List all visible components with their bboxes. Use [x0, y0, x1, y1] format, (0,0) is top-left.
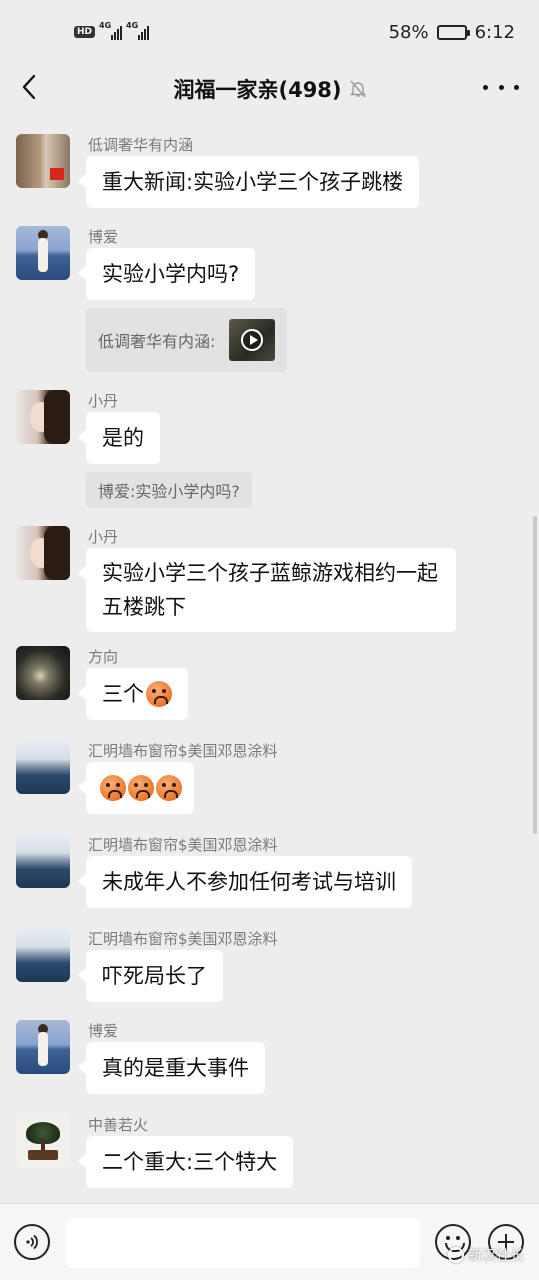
battery-icon — [436, 25, 470, 40]
video-thumbnail[interactable] — [229, 319, 276, 361]
message-bubble[interactable]: 未成年人不参加任何考试与培训 — [78, 856, 412, 908]
quoted-message[interactable]: 博爱:实验小学内吗? — [86, 472, 252, 508]
message-bubble[interactable]: 三个 — [78, 668, 188, 720]
sad-face-emoji — [156, 775, 182, 801]
signal-icon: 4G — [99, 21, 123, 40]
chat-title-wrap: 润福一家亲(498) — [0, 74, 539, 104]
avatar[interactable] — [16, 226, 70, 280]
avatar[interactable] — [16, 526, 70, 580]
bell-off-icon — [349, 79, 366, 103]
message-text: 真的是重大事件 — [102, 1056, 249, 1080]
message-bubble[interactable] — [78, 762, 194, 814]
network-type-label-2: 4G — [126, 21, 139, 30]
signal-group: HD 4G 4G — [74, 21, 150, 40]
avatar[interactable] — [16, 390, 70, 444]
more-dot — [483, 84, 488, 90]
message-text: 三个 — [102, 682, 144, 706]
scrollbar[interactable] — [533, 516, 537, 834]
sad-face-emoji — [100, 775, 126, 801]
emoji-button[interactable] — [435, 1224, 471, 1260]
message-text: 实验小学内吗? — [102, 262, 240, 286]
signal-icon-2: 4G — [126, 21, 150, 40]
sender-name: 小丹 — [88, 528, 119, 546]
message-text: 吓死局长了 — [102, 964, 207, 988]
voice-button[interactable] — [14, 1224, 50, 1260]
message-bubble[interactable]: 吓死局长了 — [78, 950, 223, 1002]
quoted-message[interactable]: 低调奢华有内涵: — [86, 308, 288, 372]
avatar[interactable] — [16, 646, 70, 700]
clock: 6:12 — [474, 22, 515, 43]
voice-icon — [26, 1234, 38, 1250]
quote-text: 博爱:实验小学内吗? — [98, 482, 240, 501]
more-dot — [514, 84, 519, 90]
avatar[interactable] — [16, 834, 70, 888]
more-button[interactable] — [483, 74, 519, 100]
battery-percent: 58% — [388, 22, 429, 43]
avatar[interactable] — [16, 740, 70, 794]
sender-name: 汇明墙布窗帘$美国邓恩涂料 — [88, 836, 278, 854]
sad-face-emoji — [128, 775, 154, 801]
message-bubble[interactable]: 重大新闻:实验小学三个孩子跳楼 — [77, 156, 420, 208]
avatar[interactable] — [16, 134, 70, 188]
message-text: 实验小学三个孩子蓝鲸游戏相约一起五楼跳下 — [102, 561, 438, 619]
message-bubble[interactable]: 实验小学内吗? — [77, 248, 256, 300]
chat-message-list[interactable]: 低调奢华有内涵 重大新闻:实验小学三个孩子跳楼 博爱 实验小学内吗? 低调奢华有… — [0, 118, 539, 1203]
hd-badge: HD — [74, 26, 96, 38]
message-bubble[interactable]: 实验小学三个孩子蓝鲸游戏相约一起五楼跳下 — [78, 548, 456, 632]
message-text: 二个重大:三个特大 — [102, 1150, 278, 1174]
message-text: 是的 — [102, 426, 144, 450]
message-input[interactable] — [66, 1218, 420, 1268]
status-right: 58% 6:12 — [389, 22, 515, 43]
sender-name: 博爱 — [88, 228, 119, 246]
network-type-label: 4G — [99, 21, 112, 30]
message-bubble[interactable]: 是的 — [78, 412, 160, 464]
sender-name: 低调奢华有内涵 — [88, 136, 194, 154]
avatar[interactable] — [16, 1020, 70, 1074]
plus-button[interactable] — [488, 1224, 524, 1260]
play-icon — [241, 329, 264, 351]
chat-header: 润福一家亲(498) — [0, 64, 539, 112]
message-text: 未成年人不参加任何考试与培训 — [102, 870, 396, 894]
message-bubble[interactable]: 二个重大:三个特大 — [77, 1136, 294, 1188]
sender-name: 博爱 — [88, 1022, 119, 1040]
more-dot — [498, 84, 504, 90]
message-bubble[interactable]: 真的是重大事件 — [78, 1042, 265, 1094]
sad-face-emoji — [146, 681, 172, 707]
sender-name: 汇明墙布窗帘$美国邓恩涂料 — [88, 742, 278, 760]
input-bar — [0, 1203, 539, 1280]
avatar[interactable] — [16, 928, 70, 982]
status-bar: HD 4G 4G 58% 6:12 — [0, 0, 539, 64]
sender-name: 汇明墙布窗帘$美国邓恩涂料 — [88, 930, 278, 948]
avatar[interactable] — [16, 1114, 70, 1168]
sender-name: 小丹 — [88, 392, 119, 410]
message-text: 重大新闻:实验小学三个孩子跳楼 — [102, 170, 404, 194]
sender-name: 方向 — [88, 648, 119, 666]
chat-title: 润福一家亲(498) — [173, 78, 342, 102]
quote-text: 低调奢华有内涵: — [98, 332, 216, 351]
sender-name: 中善若火 — [88, 1116, 149, 1134]
